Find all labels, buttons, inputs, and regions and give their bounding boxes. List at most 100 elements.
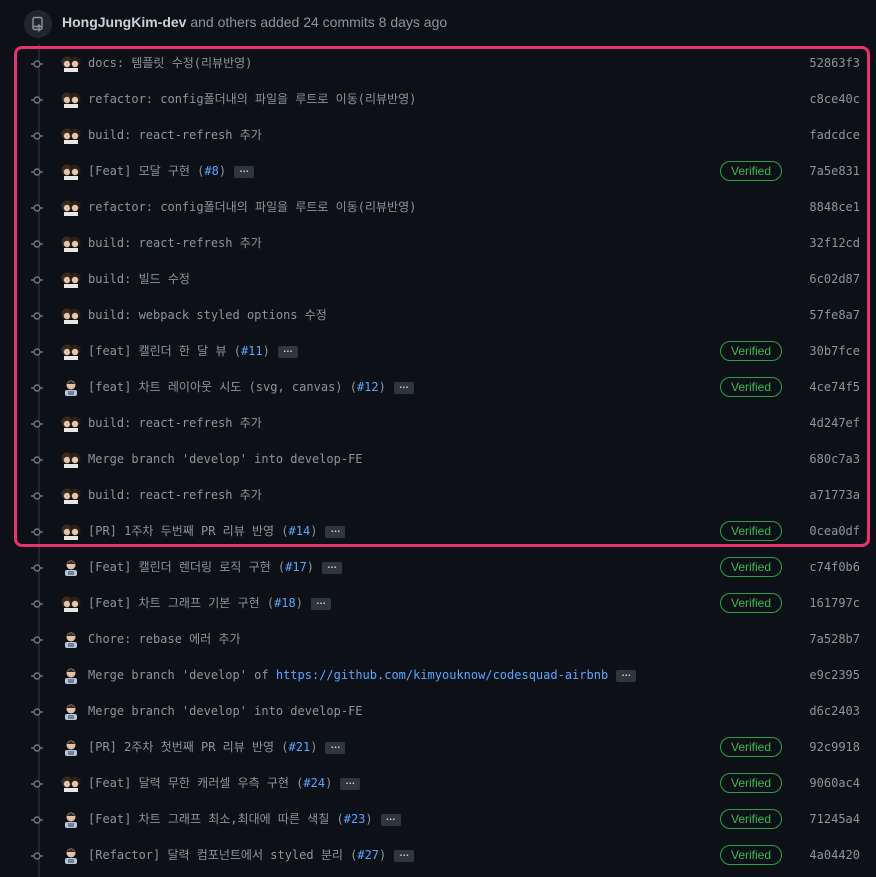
kimyouknow-avatar[interactable] xyxy=(61,630,81,648)
expand-description-button[interactable]: … xyxy=(322,560,343,574)
commit-title[interactable]: build: webpack styled options 수정 xyxy=(88,308,327,322)
kimyouknow-avatar[interactable] xyxy=(61,738,81,756)
commit-sha-link[interactable]: 71245a4 xyxy=(809,811,860,827)
commit-title[interactable]: refactor: config폴더내의 파일을 루트로 이동(리뷰반영) xyxy=(88,92,416,106)
kimyouknow-avatar[interactable] xyxy=(61,810,81,828)
verified-badge[interactable]: Verified xyxy=(720,377,782,397)
commit-sha-link[interactable]: c74f0b6 xyxy=(809,559,860,575)
expand-description-button[interactable]: … xyxy=(340,776,361,790)
verified-badge[interactable]: Verified xyxy=(720,161,782,181)
commit-message[interactable]: build: react-refresh 추가 xyxy=(88,415,262,431)
commit-sha-link[interactable]: 6c02d87 xyxy=(809,271,860,287)
commit-sha-link[interactable]: 92c9918 xyxy=(809,739,860,755)
commit-title[interactable]: [PR] 1주차 두번째 PR 리뷰 반영 ( xyxy=(88,524,289,538)
commit-sha-link[interactable]: 7a528b7 xyxy=(809,631,860,647)
verified-badge[interactable]: Verified xyxy=(720,557,782,577)
commit-title[interactable]: build: react-refresh 추가 xyxy=(88,128,262,142)
commit-message[interactable]: [Refactor] 달력 컴포넌트에서 styled 분리 (#27)… xyxy=(88,847,415,863)
commit-message[interactable]: [Feat] 달력 무한 캐러셀 우측 구현 (#24)… xyxy=(88,775,361,791)
commit-message[interactable]: build: 빌드 수정 xyxy=(88,271,190,287)
commit-message[interactable]: Merge branch 'develop' into develop-FE xyxy=(88,451,363,467)
commit-message[interactable]: build: react-refresh 추가 xyxy=(88,487,262,503)
commit-sha-link[interactable]: e9c2395 xyxy=(809,667,860,683)
commit-title[interactable]: Chore: rebase 에러 추가 xyxy=(88,632,241,646)
commit-title[interactable]: Merge branch 'develop' of xyxy=(88,668,276,682)
commit-sha-link[interactable]: d6c2403 xyxy=(809,703,860,719)
commit-sha-link[interactable]: 0cea0df xyxy=(809,523,860,539)
pr-reference-link[interactable]: #14 xyxy=(289,524,311,538)
expand-description-button[interactable]: … xyxy=(393,380,414,394)
commit-title[interactable]: build: react-refresh 추가 xyxy=(88,236,262,250)
commit-message[interactable]: Chore: rebase 에러 추가 xyxy=(88,631,241,647)
expand-description-button[interactable]: … xyxy=(325,524,346,538)
pr-reference-link[interactable]: #18 xyxy=(274,596,296,610)
commit-message[interactable]: [PR] 1주차 두번째 PR 리뷰 반영 (#14)… xyxy=(88,523,346,539)
expand-description-button[interactable]: … xyxy=(380,812,401,826)
commit-message[interactable]: refactor: config폴더내의 파일을 루트로 이동(리뷰반영) xyxy=(88,91,416,107)
commit-message[interactable]: [Feat] 차트 그래프 기본 구현 (#18)… xyxy=(88,595,331,611)
commit-title[interactable]: [feat] 차트 레이아웃 시도 (svg, canvas) ( xyxy=(88,380,357,394)
commit-message[interactable]: Merge branch 'develop' into develop-FE xyxy=(88,703,363,719)
verified-badge[interactable]: Verified xyxy=(720,773,782,793)
hongjungkim-avatar[interactable] xyxy=(61,306,81,324)
commit-sha-link[interactable]: 7a5e831 xyxy=(809,163,860,179)
commit-title[interactable]: build: react-refresh 추가 xyxy=(88,416,262,430)
commit-message[interactable]: Merge branch 'develop' of https://github… xyxy=(88,667,637,683)
commit-message[interactable]: [Feat] 차트 그래프 최소,최대에 따른 색칠 (#23)… xyxy=(88,811,401,827)
commit-sha-link[interactable]: 8848ce1 xyxy=(809,199,860,215)
pr-reference-link[interactable]: #21 xyxy=(289,740,311,754)
pr-reference-link[interactable]: #12 xyxy=(357,380,379,394)
commit-message[interactable]: refactor: config폴더내의 파일을 루트로 이동(리뷰반영) xyxy=(88,199,416,215)
commit-title[interactable]: [Feat] 달력 무한 캐러셀 우측 구현 ( xyxy=(88,776,303,790)
commit-title[interactable]: build: 빌드 수정 xyxy=(88,272,190,286)
commit-message[interactable]: build: webpack styled options 수정 xyxy=(88,307,327,323)
commit-message[interactable]: [Feat] 캘린더 렌더링 로직 구현 (#17)… xyxy=(88,559,343,575)
commit-title[interactable]: build: react-refresh 추가 xyxy=(88,488,262,502)
commit-title[interactable]: [Refactor] 달력 컴포넌트에서 styled 분리 ( xyxy=(88,848,357,862)
pr-reference-link[interactable]: #24 xyxy=(303,776,325,790)
commit-sha-link[interactable]: 9060ac4 xyxy=(809,775,860,791)
hongjungkim-avatar[interactable] xyxy=(61,594,81,612)
commit-title[interactable]: [Feat] 차트 그래프 최소,최대에 따른 색칠 ( xyxy=(88,812,344,826)
verified-badge[interactable]: Verified xyxy=(720,845,782,865)
pr-reference-link[interactable]: #17 xyxy=(285,560,307,574)
hongjungkim-avatar[interactable] xyxy=(61,54,81,72)
pr-reference-link[interactable]: #27 xyxy=(357,848,379,862)
hongjungkim-avatar[interactable] xyxy=(61,234,81,252)
hongjungkim-avatar[interactable] xyxy=(61,414,81,432)
commit-message[interactable]: [feat] 캘린더 한 달 뷰 (#11)… xyxy=(88,343,298,359)
commit-title[interactable]: [feat] 캘린더 한 달 뷰 ( xyxy=(88,344,241,358)
commit-title[interactable]: [PR] 2주차 첫번째 PR 리뷰 반영 ( xyxy=(88,740,289,754)
expand-description-button[interactable]: … xyxy=(325,740,346,754)
commit-message[interactable]: [PR] 2주차 첫번째 PR 리뷰 반영 (#21)… xyxy=(88,739,346,755)
kimyouknow-avatar[interactable] xyxy=(61,558,81,576)
commit-title[interactable]: docs: 템플릿 수정(리뷰반영) xyxy=(88,56,252,70)
hongjungkim-avatar[interactable] xyxy=(61,90,81,108)
commit-message[interactable]: build: react-refresh 추가 xyxy=(88,235,262,251)
hongjungkim-avatar[interactable] xyxy=(61,342,81,360)
hongjungkim-avatar[interactable] xyxy=(61,486,81,504)
hongjungkim-avatar[interactable] xyxy=(61,522,81,540)
hongjungkim-avatar[interactable] xyxy=(61,270,81,288)
commit-title[interactable]: [Feat] 캘린더 렌더링 로직 구현 ( xyxy=(88,560,285,574)
hongjungkim-avatar[interactable] xyxy=(61,126,81,144)
hongjungkim-avatar[interactable] xyxy=(61,450,81,468)
expand-description-button[interactable]: … xyxy=(310,596,331,610)
commit-link[interactable]: https://github.com/kimyouknow/codesquad-… xyxy=(276,668,608,682)
commit-message[interactable]: docs: 템플릿 수정(리뷰반영) xyxy=(88,55,252,71)
verified-badge[interactable]: Verified xyxy=(720,521,782,541)
commit-title[interactable]: [Feat] 차트 그래프 기본 구현 ( xyxy=(88,596,274,610)
kimyouknow-avatar[interactable] xyxy=(61,846,81,864)
commit-sha-link[interactable]: 4d247ef xyxy=(809,415,860,431)
commit-sha-link[interactable]: 52863f3 xyxy=(809,55,860,71)
kimyouknow-avatar[interactable] xyxy=(61,702,81,720)
commit-sha-link[interactable]: a71773a xyxy=(809,487,860,503)
commit-sha-link[interactable]: 30b7fce xyxy=(809,343,860,359)
commit-message[interactable]: build: react-refresh 추가 xyxy=(88,127,262,143)
commit-sha-link[interactable]: c8ce40c xyxy=(809,91,860,107)
pr-reference-link[interactable]: #23 xyxy=(344,812,366,826)
verified-badge[interactable]: Verified xyxy=(720,593,782,613)
verified-badge[interactable]: Verified xyxy=(720,809,782,829)
commit-title[interactable]: refactor: config폴더내의 파일을 루트로 이동(리뷰반영) xyxy=(88,200,416,214)
verified-badge[interactable]: Verified xyxy=(720,737,782,757)
